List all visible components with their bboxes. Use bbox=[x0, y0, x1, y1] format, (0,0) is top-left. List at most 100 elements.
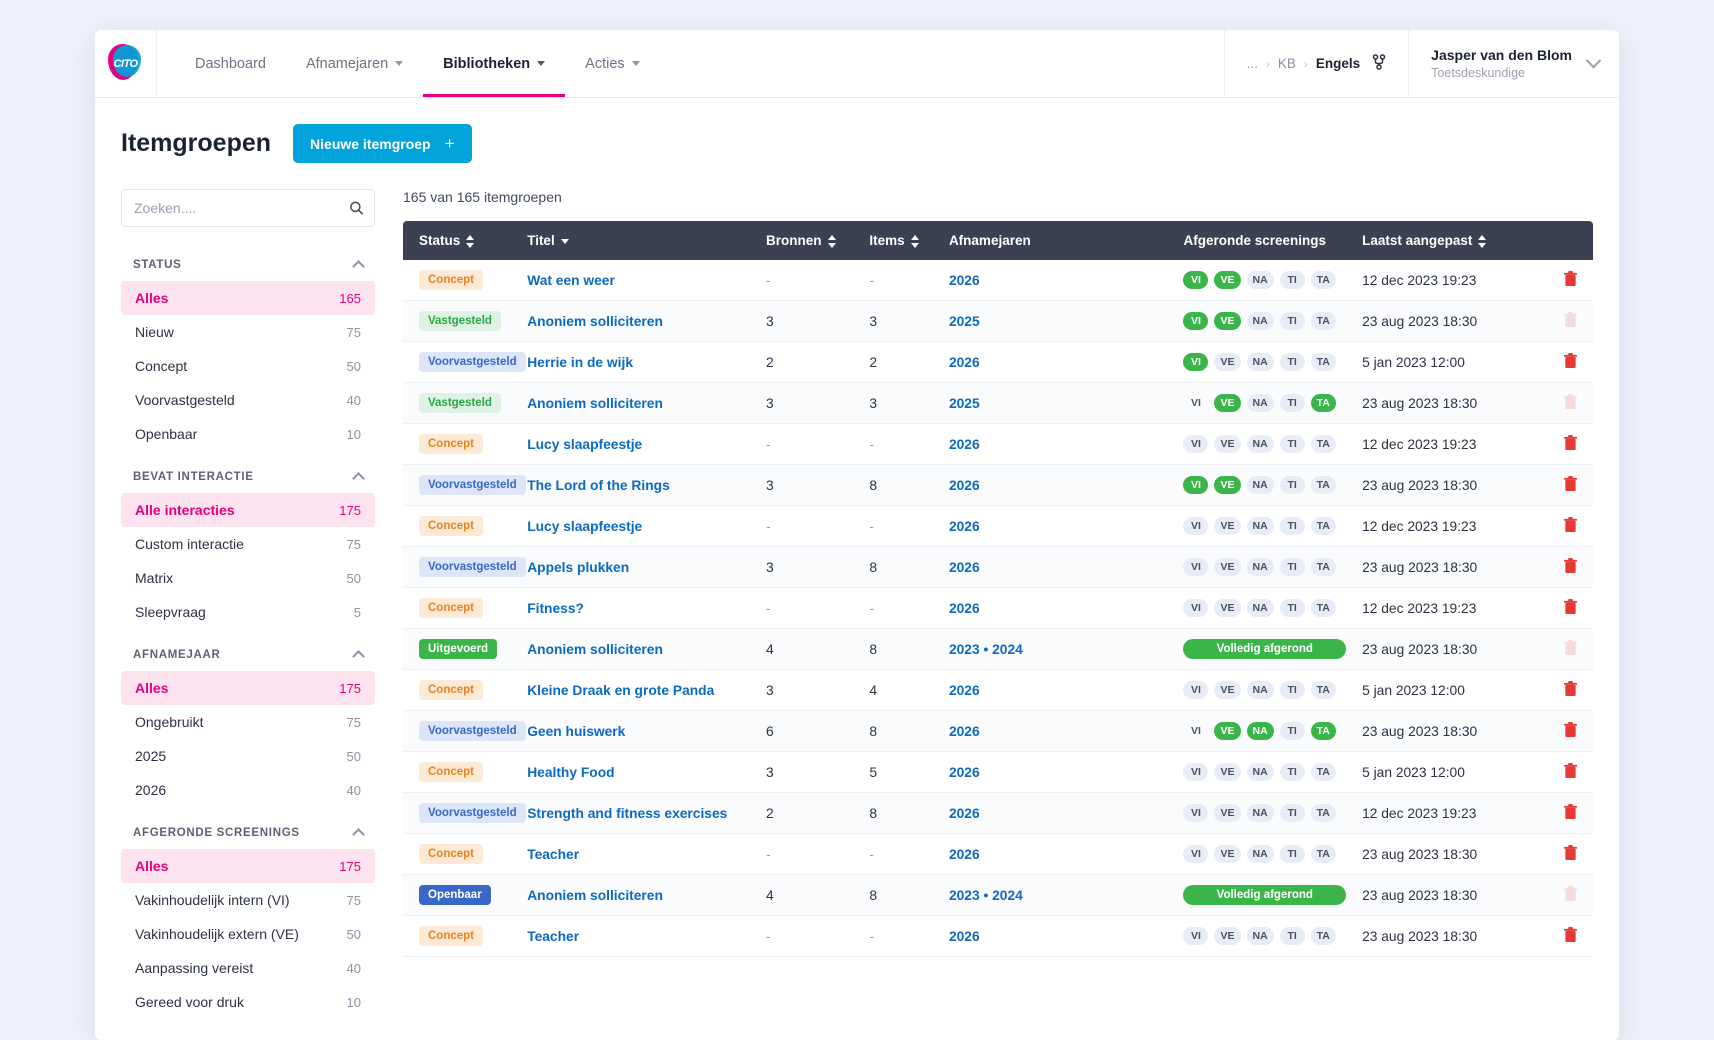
delete-icon[interactable] bbox=[1563, 557, 1578, 577]
delete-icon[interactable] bbox=[1563, 516, 1578, 536]
filter-group-header[interactable]: AFGERONDE SCREENINGS bbox=[121, 817, 375, 849]
delete-icon[interactable] bbox=[1563, 926, 1578, 946]
delete-icon[interactable] bbox=[1563, 475, 1578, 495]
filter-item[interactable]: Vakinhoudelijk intern (VI) 75 bbox=[121, 883, 375, 917]
sort-icon[interactable] bbox=[1478, 234, 1487, 248]
delete-icon[interactable] bbox=[1563, 844, 1578, 864]
itemgroup-title-link[interactable]: Healthy Food bbox=[527, 765, 614, 780]
filter-item[interactable]: Aanpassing vereist 40 bbox=[121, 951, 375, 985]
itemgroup-title-link[interactable]: Herrie in de wijk bbox=[527, 355, 633, 370]
sort-desc-icon[interactable] bbox=[560, 235, 570, 248]
table-row[interactable]: Concept Lucy slaapfeestje - - 2026 VI VE NA TI TA… bbox=[403, 505, 1593, 547]
afnamejaar-link[interactable]: 2025 bbox=[949, 314, 980, 329]
filter-item[interactable]: Alle interacties 175 bbox=[121, 493, 375, 527]
filter-item[interactable]: Custom interactie 75 bbox=[121, 527, 375, 561]
afnamejaar-link[interactable]: 2026 bbox=[949, 355, 980, 370]
table-row[interactable]: Concept Kleine Draak en grote Panda 3 4 2026… bbox=[403, 669, 1593, 711]
delete-icon[interactable] bbox=[1563, 721, 1578, 741]
delete-icon[interactable] bbox=[1563, 352, 1578, 372]
nav-item-afnamejaren[interactable]: Afnamejaren bbox=[286, 30, 423, 97]
filter-item[interactable]: Voorvastgesteld 40 bbox=[121, 383, 375, 417]
table-row[interactable]: Voorvastgesteld Appels plukken 3 8 2026 VI VE N… bbox=[403, 546, 1593, 588]
table-row[interactable]: Concept Healthy Food 3 5 2026 VI VE NA TI TA 5 jan… bbox=[403, 751, 1593, 793]
itemgroup-title-link[interactable]: Fitness? bbox=[527, 601, 584, 616]
chevron-down-icon[interactable] bbox=[1585, 52, 1602, 69]
itemgroup-title-link[interactable]: Wat een weer bbox=[527, 273, 615, 288]
breadcrumb-item-kb[interactable]: KB bbox=[1278, 56, 1296, 71]
afnamejaar-link[interactable]: 2026 bbox=[949, 929, 980, 944]
table-row[interactable]: Vastgesteld Anoniem solliciteren 3 3 2025 VI V… bbox=[403, 382, 1593, 424]
delete-icon[interactable] bbox=[1563, 762, 1578, 782]
column-header[interactable]: Titel bbox=[519, 221, 759, 260]
table-row[interactable]: Uitgevoerd Anoniem solliciteren 4 8 2023 • 2… bbox=[403, 628, 1593, 670]
table-row[interactable]: Voorvastgesteld The Lord of the Rings 3 8 20… bbox=[403, 464, 1593, 506]
itemgroup-title-link[interactable]: Lucy slaapfeestje bbox=[527, 437, 642, 452]
filter-group-header[interactable]: STATUS bbox=[121, 249, 375, 281]
column-header[interactable]: Status bbox=[403, 221, 520, 260]
afnamejaar-link[interactable]: 2026 bbox=[949, 519, 980, 534]
delete-icon[interactable] bbox=[1563, 680, 1578, 700]
afnamejaar-link[interactable]: 2026 bbox=[949, 683, 980, 698]
table-row[interactable]: Openbaar Anoniem solliciteren 4 8 2023 • 202… bbox=[403, 874, 1593, 916]
afnamejaar-link[interactable]: 2026 bbox=[949, 437, 980, 452]
column-header[interactable]: Laatst aangepast bbox=[1354, 221, 1548, 260]
table-row[interactable]: Voorvastgesteld Strength and fitness exer… bbox=[403, 792, 1593, 834]
itemgroup-title-link[interactable]: Strength and fitness exercises bbox=[527, 806, 727, 821]
filter-item[interactable]: Sleepvraag 5 bbox=[121, 595, 375, 629]
filter-item[interactable]: Matrix 50 bbox=[121, 561, 375, 595]
table-row[interactable]: Vastgesteld Anoniem solliciteren 3 3 2025 VI V… bbox=[403, 300, 1593, 342]
filter-item[interactable]: Alles 175 bbox=[121, 849, 375, 883]
cito-logo-icon[interactable]: CITO bbox=[107, 43, 144, 84]
itemgroup-title-link[interactable]: Teacher bbox=[527, 847, 579, 862]
delete-icon[interactable] bbox=[1563, 598, 1578, 618]
afnamejaar-link[interactable]: 2023 • 2024 bbox=[949, 642, 1023, 657]
afnamejaar-link[interactable]: 2026 bbox=[949, 765, 980, 780]
itemgroup-title-link[interactable]: The Lord of the Rings bbox=[527, 478, 670, 493]
afnamejaar-link[interactable]: 2026 bbox=[949, 806, 980, 821]
filter-item[interactable]: Concept 50 bbox=[121, 349, 375, 383]
itemgroup-title-link[interactable]: Lucy slaapfeestje bbox=[527, 519, 642, 534]
filter-item[interactable]: 2025 50 bbox=[121, 739, 375, 773]
afnamejaar-link[interactable]: 2026 bbox=[949, 601, 980, 616]
itemgroup-title-link[interactable]: Appels plukken bbox=[527, 560, 629, 575]
filter-item[interactable]: Gereed voor druk 10 bbox=[121, 985, 375, 1019]
column-header[interactable]: Bronnen bbox=[758, 221, 862, 260]
search-icon[interactable] bbox=[349, 201, 364, 216]
filter-item[interactable]: 2026 40 bbox=[121, 773, 375, 807]
afnamejaar-link[interactable]: 2025 bbox=[949, 396, 980, 411]
afnamejaar-link[interactable]: 2026 bbox=[949, 847, 980, 862]
table-row[interactable]: Concept Teacher - - 2026 VI VE NA TI TA 23 aug 202… bbox=[403, 833, 1593, 875]
nav-item-bibliotheken[interactable]: Bibliotheken bbox=[423, 30, 566, 97]
chevron-up-icon[interactable] bbox=[352, 472, 365, 485]
itemgroup-title-link[interactable]: Geen huiswerk bbox=[527, 724, 625, 739]
branch-icon[interactable] bbox=[1372, 54, 1386, 73]
search-input[interactable] bbox=[121, 189, 375, 227]
filter-group-header[interactable]: BEVAT INTERACTIE bbox=[121, 461, 375, 493]
table-row[interactable]: Voorvastgesteld Geen huiswerk 6 8 2026 VI VE NA… bbox=[403, 710, 1593, 752]
column-header[interactable]: Items bbox=[861, 221, 941, 260]
filter-item[interactable]: Ongebruikt 75 bbox=[121, 705, 375, 739]
chevron-up-icon[interactable] bbox=[352, 828, 365, 841]
breadcrumb-ellipsis[interactable]: ... bbox=[1247, 56, 1258, 71]
delete-icon[interactable] bbox=[1563, 803, 1578, 823]
sort-icon[interactable] bbox=[466, 234, 475, 248]
filter-item[interactable]: Nieuw 75 bbox=[121, 315, 375, 349]
table-row[interactable]: Voorvastgesteld Herrie in de wijk 2 2 2026 VI… bbox=[403, 341, 1593, 383]
itemgroup-title-link[interactable]: Anoniem solliciteren bbox=[527, 396, 663, 411]
filter-item[interactable]: Openbaar 10 bbox=[121, 417, 375, 451]
nav-item-acties[interactable]: Acties bbox=[565, 30, 660, 97]
nav-item-dashboard[interactable]: Dashboard bbox=[175, 30, 286, 97]
itemgroup-title-link[interactable]: Teacher bbox=[527, 929, 579, 944]
itemgroup-title-link[interactable]: Anoniem solliciteren bbox=[527, 888, 663, 903]
itemgroup-title-link[interactable]: Anoniem solliciteren bbox=[527, 642, 663, 657]
filter-group-header[interactable]: AFNAMEJAAR bbox=[121, 639, 375, 671]
delete-icon[interactable] bbox=[1563, 270, 1578, 290]
filter-item[interactable]: Alles 165 bbox=[121, 281, 375, 315]
chevron-up-icon[interactable] bbox=[352, 260, 365, 273]
chevron-up-icon[interactable] bbox=[352, 650, 365, 663]
afnamejaar-link[interactable]: 2026 bbox=[949, 724, 980, 739]
afnamejaar-link[interactable]: 2026 bbox=[949, 273, 980, 288]
sort-icon[interactable] bbox=[910, 234, 920, 248]
user-menu[interactable]: Jasper van den Blom Toetsdeskundige bbox=[1408, 30, 1619, 97]
filter-item[interactable]: Vakinhoudelijk extern (VE) 50 bbox=[121, 917, 375, 951]
